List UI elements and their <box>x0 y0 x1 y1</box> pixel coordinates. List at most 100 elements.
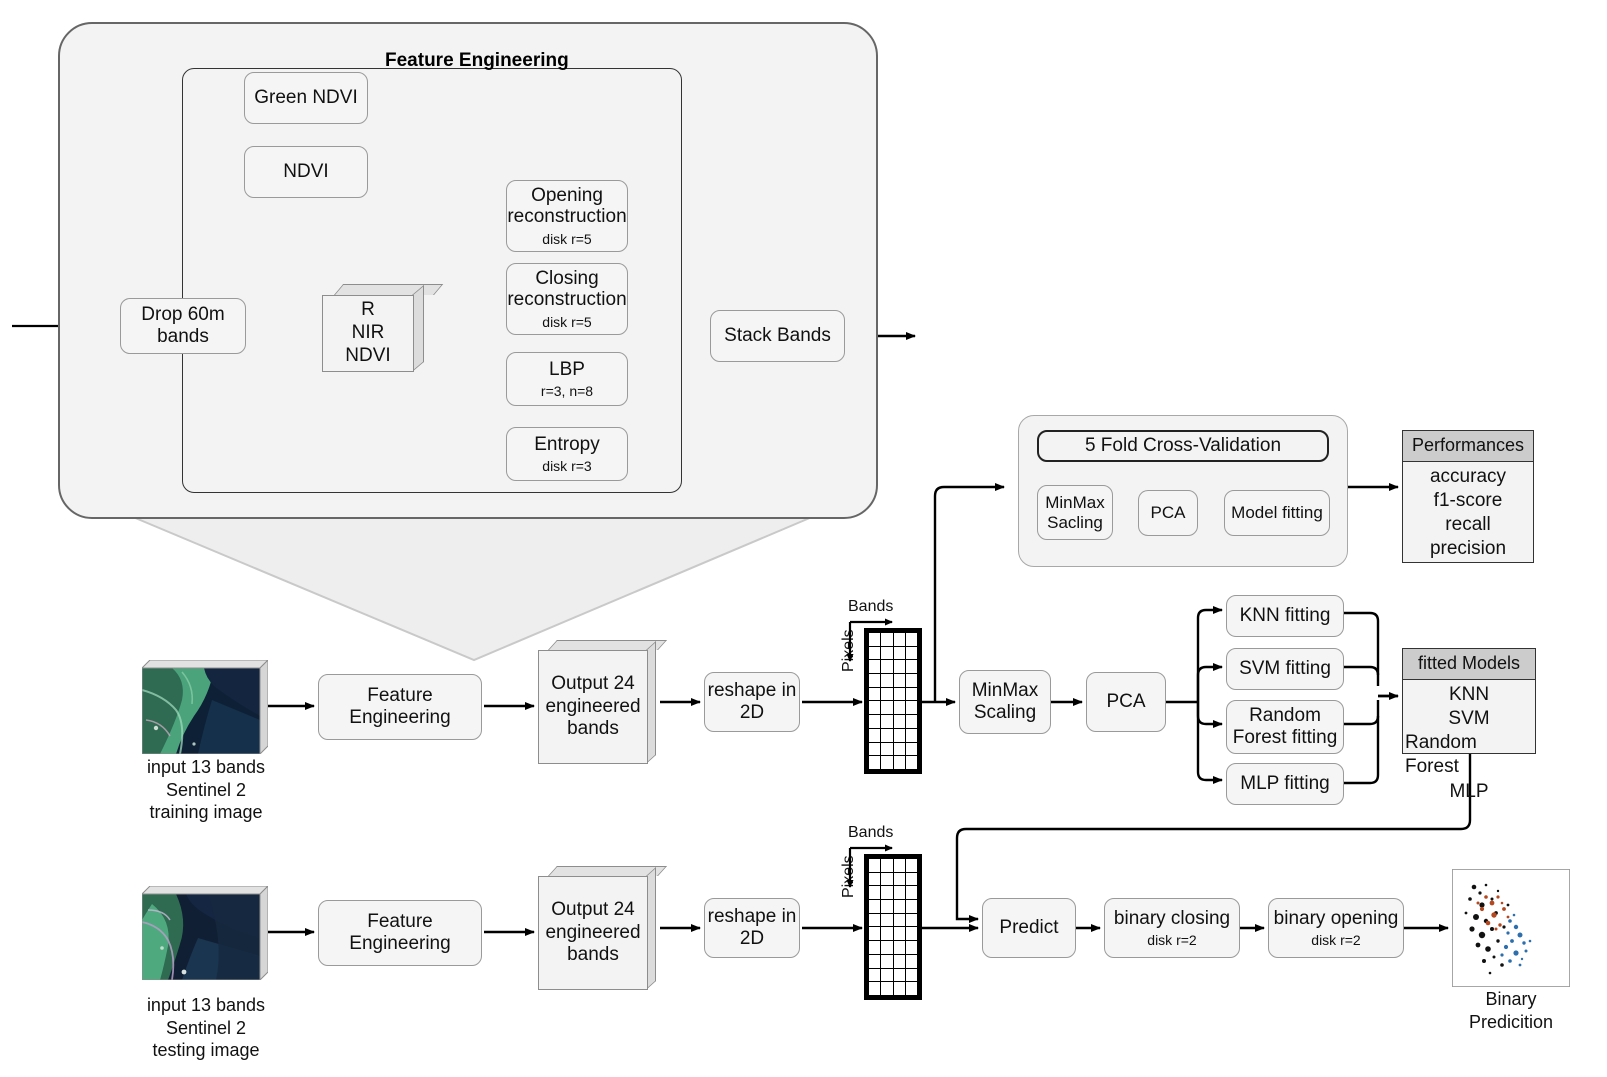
node-predict[interactable]: Predict <box>982 898 1076 958</box>
node-opening-sub: disk r=5 <box>542 231 592 248</box>
fitted-models-table-header: fitted Models <box>1403 649 1535 680</box>
node-binary-opening[interactable]: binary opening disk r=2 <box>1268 898 1404 958</box>
testing-input-image-cube[interactable] <box>140 884 270 982</box>
training-output-line2: engineered <box>545 695 641 717</box>
node-training-fe-line1: Feature <box>367 685 433 707</box>
testing-output-bands-cube[interactable]: Output 24 engineered bands <box>538 866 668 990</box>
node-entropy-line1: Entropy <box>534 433 600 455</box>
node-training-minmax-scaling[interactable]: MinMax Scaling <box>959 670 1051 734</box>
table-row <box>867 926 919 942</box>
node-green-ndvi[interactable]: Green NDVI <box>244 72 368 124</box>
table-row <box>867 700 919 716</box>
node-binary-opening-sub: disk r=2 <box>1311 932 1361 949</box>
node-lbp[interactable]: LBP r=3, n=8 <box>506 352 628 406</box>
table-row <box>867 714 919 729</box>
performances-metric: precision <box>1429 538 1507 560</box>
diagram-canvas: Feature Engineering Drop 60m bands Green… <box>0 0 1607 1077</box>
node-training-minmax-line2: Scaling <box>973 702 1037 723</box>
node-testing-reshape-2d[interactable]: reshape in 2D <box>704 898 800 958</box>
node-cv-minmax-scaling[interactable]: MinMax Sacling <box>1037 485 1113 540</box>
testing-input-caption: input 13 bands Sentinel 2 testing image <box>146 995 266 1060</box>
node-training-feature-engineering[interactable]: Feature Engineering <box>318 674 482 740</box>
node-mlp-fitting[interactable]: MLP fitting <box>1226 763 1344 805</box>
node-binary-closing[interactable]: binary closing disk r=2 <box>1104 898 1240 958</box>
table-row <box>867 755 919 770</box>
testing-matrix-axes <box>846 844 893 888</box>
node-entropy[interactable]: Entropy disk r=3 <box>506 427 628 481</box>
training-output-line1: Output 24 <box>551 672 635 694</box>
node-cv-minmax-line2: Sacling <box>1047 512 1103 532</box>
binary-prediction-image[interactable] <box>1451 868 1571 988</box>
cube-r-nir-ndvi-top-face <box>334 284 444 295</box>
node-closing-reconstruction[interactable]: Closing reconstruction disk r=5 <box>506 263 628 335</box>
training-input-image-cube[interactable] <box>140 658 270 756</box>
training-output-front-face: Output 24 engineered bands <box>538 650 648 764</box>
cube-r-nir-ndvi[interactable]: R NIR NDVI <box>322 284 444 372</box>
training-matrix-axes <box>846 618 893 662</box>
node-cv-pca-label: PCA <box>1150 503 1186 523</box>
binary-prediction-caption: Binary Predicition <box>1468 989 1554 1032</box>
node-training-pca-label: PCA <box>1106 691 1146 713</box>
training-matrix-bands-label: Bands <box>848 598 894 615</box>
table-row <box>867 981 919 996</box>
table-row <box>867 686 919 702</box>
node-opening-reconstruction[interactable]: Opening reconstruction disk r=5 <box>506 180 628 252</box>
node-drop-60m-bands-line2: bands <box>157 326 209 347</box>
node-training-pca[interactable]: PCA <box>1086 672 1166 732</box>
node-knn-fitting[interactable]: KNN fitting <box>1226 595 1344 637</box>
feature-engineering-group-title: Feature Engineering <box>385 50 569 71</box>
node-cv-model-fitting[interactable]: Model fitting <box>1224 490 1330 536</box>
testing-output-line1: Output 24 <box>551 898 635 920</box>
node-closing-line2: reconstruction <box>507 289 627 311</box>
node-random-forest-fitting[interactable]: Random Forest fitting <box>1226 700 1344 754</box>
table-row <box>867 899 919 914</box>
node-binary-closing-line1: binary closing <box>1113 907 1231 929</box>
node-stack-bands-label: Stack Bands <box>724 325 831 347</box>
table-row <box>867 953 919 969</box>
table-row <box>867 741 919 757</box>
node-opening-line1: Opening <box>531 184 603 206</box>
cross-validation-header: 5 Fold Cross-Validation <box>1037 430 1329 462</box>
training-input-caption: input 13 bands Sentinel 2 training image <box>146 757 266 822</box>
node-training-reshape-2d[interactable]: reshape in 2D <box>704 672 800 732</box>
node-binary-opening-line1: binary opening <box>1273 907 1399 929</box>
binary-prediction-svg <box>1451 868 1571 988</box>
training-output-line3: bands <box>567 718 619 740</box>
node-cv-model-fitting-label: Model fitting <box>1231 503 1323 523</box>
node-drop-60m-bands[interactable]: Drop 60m bands <box>120 298 246 354</box>
table-row <box>867 727 919 743</box>
testing-matrix-bands-label: Bands <box>848 824 894 841</box>
node-rf-fitting-line2: Forest fitting <box>1232 727 1338 748</box>
node-cv-pca[interactable]: PCA <box>1138 490 1198 536</box>
performances-table-header: Performances <box>1403 431 1533 462</box>
node-ndvi-label: NDVI <box>283 161 329 183</box>
node-ndvi[interactable]: NDVI <box>244 146 368 198</box>
node-stack-bands[interactable]: Stack Bands <box>710 310 845 362</box>
fitted-model-name: KNN <box>1448 684 1490 705</box>
fitted-models-table: fitted Models KNN SVM Random Forest MLP <box>1402 648 1536 802</box>
node-testing-feature-engineering[interactable]: Feature Engineering <box>318 900 482 966</box>
training-output-bands-cube[interactable]: Output 24 engineered bands <box>538 640 668 764</box>
node-testing-fe-line2: Engineering <box>349 933 451 954</box>
node-svm-fitting[interactable]: SVM fitting <box>1226 648 1344 690</box>
cube-r-nir-ndvi-line1: R <box>361 299 375 321</box>
fitted-model-name: SVM <box>1448 708 1490 730</box>
fitted-model-name: MLP <box>1449 780 1489 802</box>
node-mlp-fitting-label: MLP fitting <box>1240 773 1330 795</box>
table-row <box>867 940 919 955</box>
node-green-ndvi-label: Green NDVI <box>254 87 358 109</box>
node-closing-line1: Closing <box>535 267 599 289</box>
testing-output-front-face: Output 24 engineered bands <box>538 876 648 990</box>
node-cv-minmax-line1: MinMax <box>1045 492 1105 512</box>
table-row <box>867 912 919 928</box>
node-training-minmax-line1: MinMax <box>971 680 1039 702</box>
node-predict-label: Predict <box>999 917 1059 939</box>
node-training-fe-line2: Engineering <box>349 707 451 728</box>
performances-table: Performances accuracy f1-score recall pr… <box>1402 430 1534 563</box>
fitted-model-name: Random Forest <box>1405 732 1477 778</box>
testing-output-line3: bands <box>567 944 619 966</box>
cube-r-nir-ndvi-line3: NDVI <box>345 344 391 366</box>
performances-metric: recall <box>1445 514 1491 536</box>
cross-validation-header-label: 5 Fold Cross-Validation <box>1084 435 1282 456</box>
node-entropy-sub: disk r=3 <box>542 458 592 475</box>
